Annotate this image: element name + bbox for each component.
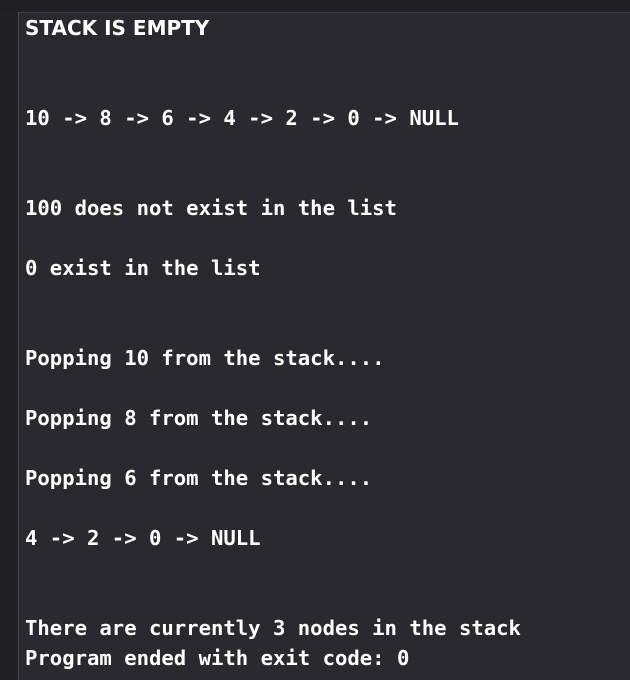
console-line: 0 exist in the list [25,256,261,280]
console-line: STACK IS EMPTY [25,16,210,40]
console-line: Popping 8 from the stack.... [25,406,373,430]
console-line: Popping 10 from the stack.... [25,346,385,370]
console-gutter [0,12,19,680]
console-line: 10 -> 8 -> 6 -> 4 -> 2 -> 0 -> NULL [25,106,459,130]
console-line: Popping 6 from the stack.... [25,466,373,490]
console-line: 100 does not exist in the list [25,196,397,220]
console-output[interactable]: STACK IS EMPTY 10 -> 8 -> 6 -> 4 -> 2 ->… [25,12,625,680]
console-window: STACK IS EMPTY 10 -> 8 -> 6 -> 4 -> 2 ->… [0,0,630,680]
console-line: Program ended with exit code: 0 [25,646,410,670]
console-line: There are currently 3 nodes in the stack [25,616,521,640]
console-line: 4 -> 2 -> 0 -> NULL [25,526,261,550]
